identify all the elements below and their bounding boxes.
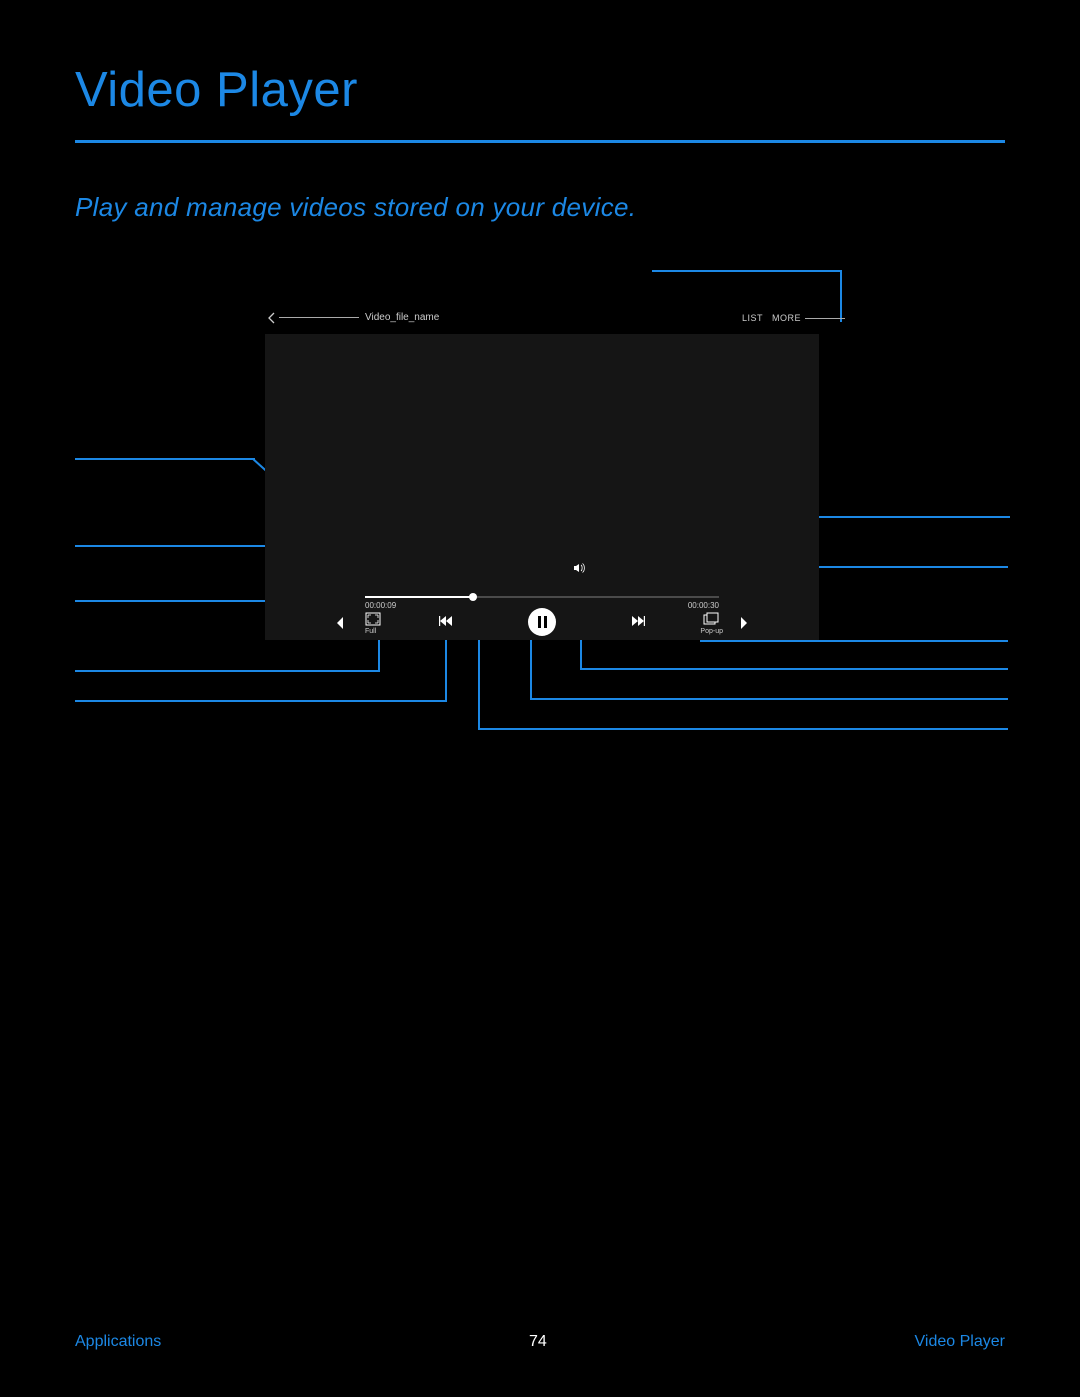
footer-topic: Video Player (915, 1333, 1005, 1351)
callout-line (700, 640, 1008, 642)
volume-icon[interactable] (573, 562, 585, 574)
progress-thumb[interactable] (469, 593, 477, 601)
back-icon[interactable] (265, 311, 279, 325)
page-footer: Applications 74 Video Player (75, 1330, 1005, 1354)
back-divider-line (279, 317, 359, 318)
progress-track[interactable] (365, 596, 719, 598)
video-filename: Video_file_name (365, 312, 439, 323)
callout-line (530, 698, 1008, 700)
callout-line (445, 640, 447, 700)
video-surface[interactable]: 00:00:09 00:00:30 Full (265, 334, 819, 640)
popup-label: Pop-up (700, 628, 723, 635)
footer-page-number: 74 (529, 1333, 547, 1351)
callout-line (580, 668, 1008, 670)
next-icon[interactable] (631, 614, 645, 628)
callout-line (75, 458, 255, 460)
progress-fill (365, 596, 471, 598)
callout-line (530, 640, 532, 698)
callout-line (378, 640, 380, 670)
footer-section: Applications (75, 1333, 161, 1351)
title-divider (75, 140, 1005, 143)
popup-icon[interactable] (703, 612, 719, 626)
play-pause-button[interactable] (528, 608, 556, 636)
pause-icon (538, 616, 541, 628)
pause-icon (544, 616, 547, 628)
previous-icon[interactable] (439, 614, 453, 628)
callout-line (580, 640, 582, 668)
callout-line (478, 640, 480, 728)
callout-line (840, 270, 842, 322)
list-button[interactable]: LIST (742, 313, 763, 323)
callout-line (75, 700, 447, 702)
page-title: Video Player (75, 62, 358, 118)
more-divider-line (805, 318, 845, 319)
page-subtitle: Play and manage videos stored on your de… (75, 192, 636, 223)
callout-line (75, 670, 380, 672)
more-button[interactable]: MORE (772, 313, 801, 323)
controls-row: Full Pop-up (265, 610, 819, 640)
time-elapsed: 00:00:09 (365, 601, 396, 610)
fullscreen-label: Full (365, 628, 376, 635)
time-total: 00:00:30 (688, 601, 719, 610)
fullscreen-icon[interactable] (365, 612, 381, 626)
player-header: Video_file_name LIST MORE (265, 310, 819, 326)
callout-line (652, 270, 842, 272)
rewind-caret-icon[interactable] (335, 616, 345, 630)
callout-line (75, 545, 288, 547)
video-player-mock: Video_file_name LIST MORE 00:00:09 00:00… (265, 310, 819, 640)
forward-caret-icon[interactable] (739, 616, 749, 630)
callout-line (478, 728, 1008, 730)
